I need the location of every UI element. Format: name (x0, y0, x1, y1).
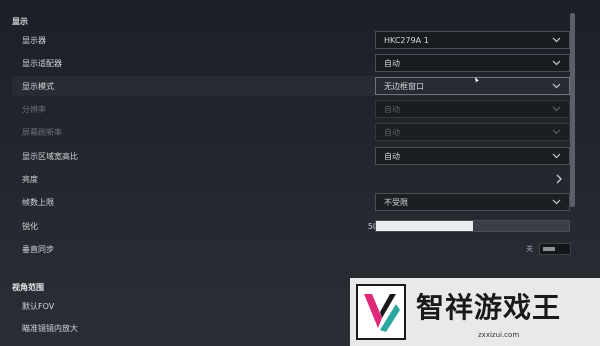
vsync-state-label: 关 (526, 245, 533, 253)
setting-label-scope-zoom: 瞄准镜镜内放大 (22, 323, 78, 333)
chevron-down-icon (552, 129, 561, 135)
chevron-right-icon[interactable] (555, 174, 563, 184)
resolution-dropdown-value: 自动 (384, 104, 400, 114)
setting-row-aspect-ratio: 显示区域宽高比 自动 (12, 146, 572, 166)
refresh-rate-dropdown-value: 自动 (384, 127, 400, 137)
adapter-dropdown[interactable]: 自动 (375, 54, 570, 72)
vsync-toggle[interactable] (539, 243, 571, 255)
setting-label-aspect-ratio: 显示区域宽高比 (22, 151, 78, 161)
setting-label-resolution: 分辨率 (22, 104, 46, 114)
watermark-url: zxxizui.com (478, 331, 520, 339)
scrollbar[interactable] (570, 13, 575, 207)
setting-row-sharpen: 锐化 50 (12, 216, 572, 236)
setting-label-display-mode: 显示模式 (22, 81, 54, 91)
setting-label-brightness: 亮度 (22, 174, 38, 184)
logo-mark-icon (356, 284, 406, 340)
setting-row-vsync: 垂直同步 关 (12, 239, 572, 259)
resolution-dropdown: 自动 (375, 100, 570, 118)
display-mode-dropdown-value: 无边框窗口 (384, 81, 424, 91)
sharpen-slider[interactable] (375, 220, 570, 232)
section-title-fov: 视角范围 (12, 283, 44, 292)
adapter-dropdown-value: 自动 (384, 58, 400, 68)
setting-row-resolution: 分辨率 自动 (12, 99, 572, 119)
chevron-down-icon (552, 153, 561, 159)
watermark-logo: 智祥游戏王 zxxizui.com (350, 278, 600, 346)
monitor-dropdown[interactable]: HKC279A 1 (375, 31, 570, 49)
chevron-down-icon (552, 37, 561, 43)
chevron-down-icon (552, 106, 561, 112)
mouse-cursor-icon (475, 77, 479, 83)
setting-row-monitor: 显示器 HKC279A 1 (12, 30, 572, 50)
watermark-title: 智祥游戏王 (416, 291, 562, 324)
setting-label-refresh-rate: 屏幕刷新率 (22, 127, 62, 137)
sharpen-value: 50 (367, 221, 378, 231)
setting-label-fps-limit: 帧数上限 (22, 197, 54, 207)
setting-label-sharpen: 锐化 (22, 221, 38, 231)
setting-label-vsync: 垂直同步 (22, 244, 54, 254)
fps-limit-dropdown-value: 不受限 (384, 197, 408, 207)
fps-limit-dropdown[interactable]: 不受限 (375, 193, 570, 211)
section-title-display: 显示 (12, 17, 28, 26)
setting-row-display-mode: 显示模式 无边框窗口 (12, 76, 572, 96)
chevron-down-icon (552, 60, 561, 66)
chevron-down-icon (552, 199, 561, 205)
vsync-toggle-knob (543, 247, 555, 251)
sharpen-slider-fill[interactable] (376, 221, 473, 231)
setting-row-adapter: 显示适配器 自动 (12, 53, 572, 73)
refresh-rate-dropdown: 自动 (375, 123, 570, 141)
setting-label-default-fov: 默认FOV (22, 301, 55, 311)
setting-row-brightness[interactable]: 亮度 (12, 169, 572, 189)
setting-row-fps-limit: 帧数上限 不受限 (12, 192, 572, 212)
aspect-ratio-dropdown[interactable]: 自动 (375, 147, 570, 165)
display-mode-dropdown[interactable]: 无边框窗口 (375, 77, 570, 95)
chevron-down-icon (552, 83, 561, 89)
aspect-ratio-dropdown-value: 自动 (384, 151, 400, 161)
setting-row-refresh-rate: 屏幕刷新率 自动 (12, 122, 572, 142)
monitor-dropdown-value: HKC279A 1 (384, 35, 429, 45)
setting-label-monitor: 显示器 (22, 35, 46, 45)
setting-label-adapter: 显示适配器 (22, 58, 62, 68)
